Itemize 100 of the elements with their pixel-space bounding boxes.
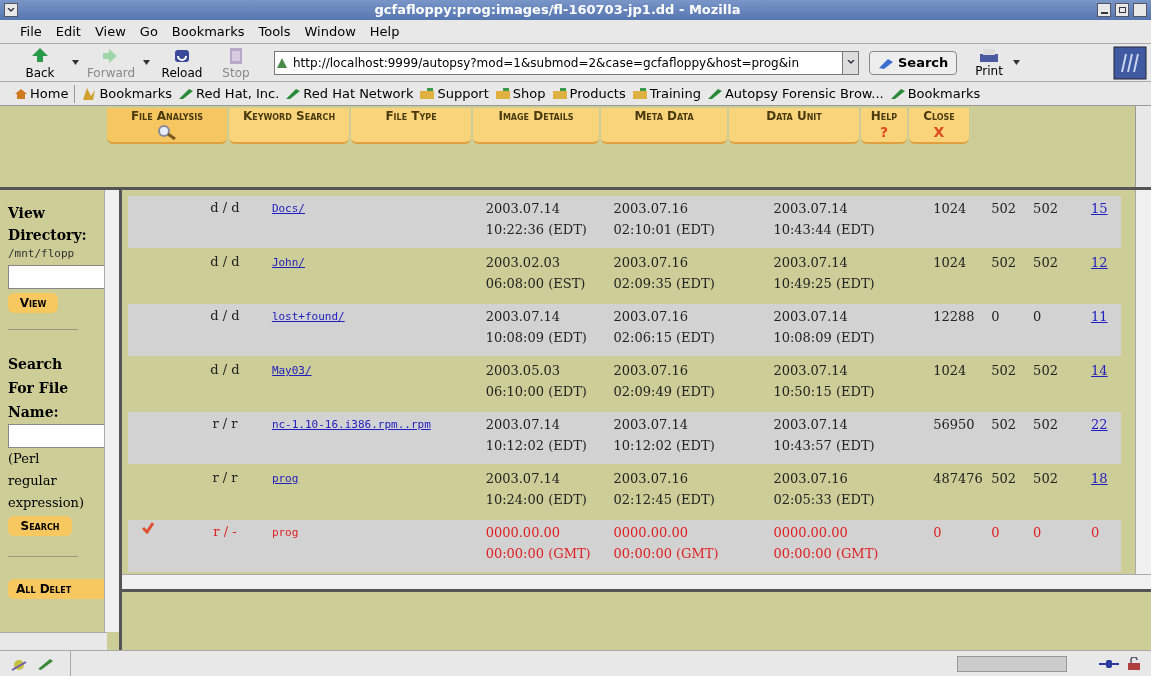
table-cell: 1024 — [933, 363, 967, 378]
table-row[interactable]: d / d lost+found/ 2003.07.14 10:08:09 (EDT) 2003.07.16 02:06:15 (EDT) 2003.07.14 10:08:09 (EDT) 12288 0 0 11 — [128, 304, 1121, 356]
bookmark-item[interactable]: Shop — [494, 83, 546, 104]
tab[interactable]: File Analysis — [107, 108, 227, 144]
bookmark-item[interactable]: Red Hat, Inc. — [178, 83, 280, 104]
table-cell-text: 2003.07.16 02:06:15 (EDT) — [613, 308, 716, 347]
toolbar-button[interactable]: Reload — [160, 45, 204, 80]
table-cell-text: 2003.07.14 10:12:02 (EDT) — [485, 416, 588, 455]
scrollbar[interactable] — [104, 190, 119, 632]
table-cell-text: 2003.07.14 10:43:57 (EDT) — [773, 416, 876, 455]
table-cell-text: 0000.00.00 00:00:00 (GMT) — [773, 524, 880, 563]
tab[interactable]: Data Unit — [729, 108, 859, 144]
bookmark-item[interactable]: Bookmarks — [889, 83, 981, 104]
meta-link[interactable]: 14 — [1091, 363, 1108, 378]
table-cell: 0 — [1033, 525, 1042, 540]
table-row[interactable]: d / d Docs/ 2003.07.14 10:22:36 (EDT) 2003.07.16 02:10:01 (EDT) 2003.07.14 10:43:44 (EDT) 1024 502 502 15 — [128, 196, 1121, 248]
scrollbar[interactable] — [1135, 190, 1151, 574]
tab[interactable]: File Type — [351, 108, 471, 144]
table-cell: 1024 — [933, 201, 967, 216]
bookmark-item[interactable]: Support — [419, 83, 489, 104]
pen-icon — [285, 87, 302, 100]
file-link[interactable]: John/ — [271, 256, 305, 269]
table-row[interactable]: r / r nc-1.10-16.i386.rpm..rpm 2003.07.14 10:12:02 (EDT) 2003.07.14 10:12:02 (EDT) 2003.07.14 10:43:57 (EDT) 56950 502 502 22 — [128, 412, 1121, 464]
menu-item[interactable]: Tools — [258, 21, 291, 42]
table-cell: 0 — [933, 525, 942, 540]
file-link[interactable]: prog — [271, 472, 299, 485]
directory-field[interactable] — [8, 264, 105, 289]
view-button[interactable]: View — [8, 292, 58, 313]
table-cell: 0 — [991, 525, 1000, 540]
all-deleted-button[interactable]: All Delet — [8, 578, 105, 599]
file-link[interactable]: May03/ — [271, 364, 312, 377]
file-link[interactable]: lost+found/ — [271, 310, 345, 323]
table-cell: 56950 — [933, 417, 975, 432]
scrollbar[interactable] — [0, 632, 107, 650]
menu-item[interactable]: Go — [139, 21, 158, 42]
view-directory-label: View Directory: — [8, 204, 88, 245]
dropdown-arrow-icon[interactable] — [143, 60, 150, 65]
pen-icon — [178, 87, 195, 100]
bookmark-item[interactable]: Red Hat Network — [285, 83, 414, 104]
dropdown-arrow-icon[interactable] — [72, 60, 79, 65]
search-button[interactable]: Search — [8, 515, 72, 536]
table-cell-text: 2003.07.14 10:24:00 (EDT) — [485, 470, 588, 509]
pen-icon — [706, 87, 723, 100]
table-cell-text: 2003.07.16 02:12:45 (EDT) — [613, 470, 716, 509]
bookmark-item[interactable]: Autopsy Forensic Brow... — [706, 83, 884, 104]
pen-icon — [889, 87, 906, 100]
table-cell: 12288 — [933, 309, 975, 324]
scrollbar[interactable] — [122, 574, 1151, 592]
maximize-button[interactable] — [1115, 3, 1129, 17]
file-link[interactable]: nc-1.10-16.i386.rpm..rpm — [271, 418, 431, 431]
tab[interactable]: Image Details — [473, 108, 599, 144]
search-button[interactable]: Search — [869, 50, 958, 75]
padlock-icon — [1127, 656, 1141, 671]
table-cell-text: 2003.05.03 06:10:00 (EDT) — [485, 362, 588, 401]
table-cell: 502 — [991, 471, 1016, 486]
table-cell: 502 — [1033, 255, 1058, 270]
close-button[interactable] — [1133, 3, 1147, 17]
tab[interactable]: Help ? — [861, 108, 907, 144]
table-cell: d / d — [210, 362, 240, 377]
window-menu-button[interactable] — [4, 3, 18, 17]
file-link[interactable]: Docs/ — [271, 202, 305, 215]
meta-link[interactable]: 18 — [1091, 471, 1108, 486]
table-cell-text: 2003.07.14 10:12:02 (EDT) — [613, 416, 716, 455]
chevron-icon — [7, 7, 15, 13]
dropdown-arrow-icon[interactable] — [1012, 60, 1020, 65]
table-cell-text: 2003.02.03 06:08:00 (EST) — [485, 254, 587, 293]
meta-link[interactable]: 15 — [1091, 201, 1108, 216]
folder-icon — [419, 87, 436, 100]
meta-link[interactable]: 22 — [1091, 417, 1108, 432]
minimize-button[interactable] — [1097, 3, 1111, 17]
dropdown-button[interactable] — [842, 51, 858, 74]
filename-field[interactable] — [8, 423, 105, 448]
tab[interactable]: Meta Data — [601, 108, 727, 144]
print-button[interactable]: Print — [975, 47, 1003, 78]
tab[interactable]: Keyword Search — [229, 108, 349, 144]
table-cell-text: 2003.07.14 10:22:36 (EDT) — [485, 200, 588, 239]
bookmark-item[interactable]: Products — [551, 83, 626, 104]
bookmark-item[interactable]: Training — [631, 83, 701, 104]
regex-hint: (Perl regular expression) — [8, 449, 84, 512]
plug-icon — [1099, 657, 1119, 670]
url-field[interactable]: http://localhost:9999/autopsy?mod=1&submod=2&case=gcfafloppy&host=prog&in — [274, 50, 859, 75]
meta-link[interactable]: 11 — [1091, 309, 1108, 324]
bookmark-item[interactable]: Bookmarks — [81, 83, 173, 104]
table-cell: r / r — [212, 470, 238, 485]
table-cell: 487476 — [933, 471, 983, 486]
menu-item[interactable]: Help — [369, 21, 400, 42]
menu-item[interactable]: Edit — [55, 21, 81, 42]
menu-item[interactable]: File — [20, 21, 42, 42]
meta-link[interactable]: 12 — [1091, 255, 1108, 270]
tab[interactable]: Close X — [909, 108, 969, 144]
scrollbar[interactable] — [1135, 106, 1151, 187]
menu-item[interactable]: Window — [304, 21, 356, 42]
bookmark-item[interactable]: Home — [14, 83, 69, 104]
menu-item[interactable]: View — [94, 21, 126, 42]
menu-item[interactable]: Bookmarks — [171, 21, 245, 42]
table-cell: 502 — [991, 255, 1016, 270]
folder-icon — [631, 87, 648, 100]
magnifier-icon — [156, 124, 178, 140]
toolbar-button[interactable]: Back — [18, 45, 62, 80]
table-cell-text: 2003.07.14 10:08:09 (EDT) — [773, 308, 876, 347]
